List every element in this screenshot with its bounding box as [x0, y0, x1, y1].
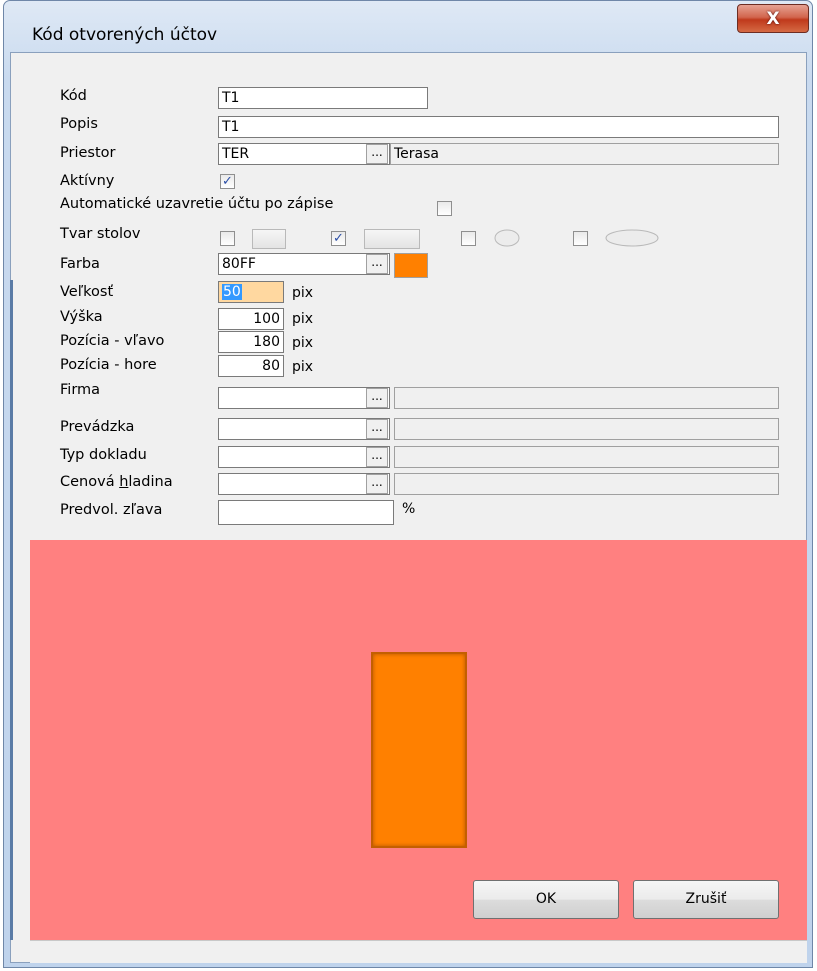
- pozicia-hore-label: Pozícia - hore: [60, 357, 157, 373]
- priestor-label: Priestor: [60, 145, 116, 161]
- priestor-description: Terasa: [390, 143, 779, 165]
- ok-button[interactable]: OK: [473, 880, 619, 919]
- cenova-hladina-accel-key: h: [119, 474, 129, 490]
- percent-unit: %: [402, 501, 416, 517]
- firma-label: Firma: [60, 382, 101, 398]
- vyska-label: Výška: [60, 309, 103, 325]
- shape-option-wide-ellipse-checkbox[interactable]: [573, 231, 588, 246]
- popis-input[interactable]: T1: [218, 116, 779, 138]
- aktivny-checkbox[interactable]: ✓: [220, 174, 235, 189]
- firma-browse-button[interactable]: ...: [366, 388, 388, 408]
- velkost-value-selected: 50: [222, 284, 242, 300]
- velkost-unit: pix: [292, 285, 314, 301]
- window-left-edge: [10, 280, 13, 940]
- shape-option-wide-rect-checkbox[interactable]: ✓: [331, 231, 346, 246]
- velkost-label: Veľkosť: [60, 284, 114, 300]
- shape-option-small-rect-checkbox[interactable]: [220, 231, 235, 246]
- firma-description: [394, 387, 779, 409]
- pozicia-vlavo-input[interactable]: 180: [218, 331, 284, 353]
- close-icon: X: [766, 8, 780, 29]
- table-preview-shape[interactable]: [371, 652, 467, 848]
- shape-option-small-ellipse-checkbox[interactable]: [461, 231, 476, 246]
- cenova-hladina-label: Cenová hladina: [60, 474, 173, 490]
- vyska-unit: pix: [292, 311, 314, 327]
- status-bar: [30, 940, 807, 963]
- typ-dokladu-description: [394, 446, 779, 468]
- cancel-button[interactable]: Zrušiť: [633, 880, 779, 919]
- priestor-input[interactable]: TER: [218, 143, 390, 165]
- shape-small-ellipse-icon: [494, 229, 520, 247]
- kod-input[interactable]: T1: [218, 87, 428, 109]
- cenova-hladina-browse-button[interactable]: ...: [366, 474, 388, 494]
- prevadzka-browse-button[interactable]: ...: [366, 419, 388, 439]
- priestor-browse-button[interactable]: ...: [366, 144, 388, 164]
- close-button[interactable]: X: [737, 4, 809, 33]
- typ-dokladu-input[interactable]: [218, 446, 390, 468]
- vyska-input[interactable]: 100: [218, 308, 284, 330]
- auto-close-label: Automatické uzavretie účtu po zápise: [60, 196, 334, 212]
- cenova-hladina-label-part: Cenová: [60, 474, 120, 490]
- farba-label: Farba: [60, 256, 100, 272]
- window-title: Kód otvorených účtov: [32, 25, 218, 45]
- prevadzka-label: Prevádzka: [60, 419, 135, 435]
- velkost-input[interactable]: 50: [218, 281, 284, 303]
- cenova-hladina-label-rest: ladina: [128, 474, 173, 490]
- predvol-zlava-label: Predvol. zľava: [60, 502, 163, 518]
- pozicia-vlavo-label: Pozícia - vľavo: [60, 333, 165, 349]
- pozicia-hore-input[interactable]: 80: [218, 355, 284, 377]
- color-swatch[interactable]: [394, 253, 428, 278]
- tvar-stolov-label: Tvar stolov: [60, 226, 141, 242]
- farba-input[interactable]: 80FF: [218, 253, 390, 275]
- cenova-hladina-description: [394, 473, 779, 495]
- pozicia-hore-unit: pix: [292, 359, 314, 375]
- pozicia-vlavo-unit: pix: [292, 335, 314, 351]
- farba-browse-button[interactable]: ...: [366, 254, 388, 274]
- shape-small-rect-icon: [252, 229, 286, 249]
- typ-dokladu-browse-button[interactable]: ...: [366, 447, 388, 467]
- shape-wide-ellipse-icon: [605, 229, 659, 247]
- typ-dokladu-label: Typ dokladu: [60, 447, 147, 463]
- popis-label: Popis: [60, 116, 98, 132]
- predvol-zlava-input[interactable]: [218, 500, 394, 525]
- firma-input[interactable]: [218, 387, 390, 409]
- aktivny-label: Aktívny: [60, 173, 115, 189]
- cenova-hladina-input[interactable]: [218, 473, 390, 495]
- shape-wide-rect-icon: [364, 229, 420, 249]
- prevadzka-input[interactable]: [218, 418, 390, 440]
- kod-label: Kód: [60, 88, 87, 104]
- auto-close-checkbox[interactable]: [437, 201, 452, 216]
- prevadzka-description: [394, 418, 779, 440]
